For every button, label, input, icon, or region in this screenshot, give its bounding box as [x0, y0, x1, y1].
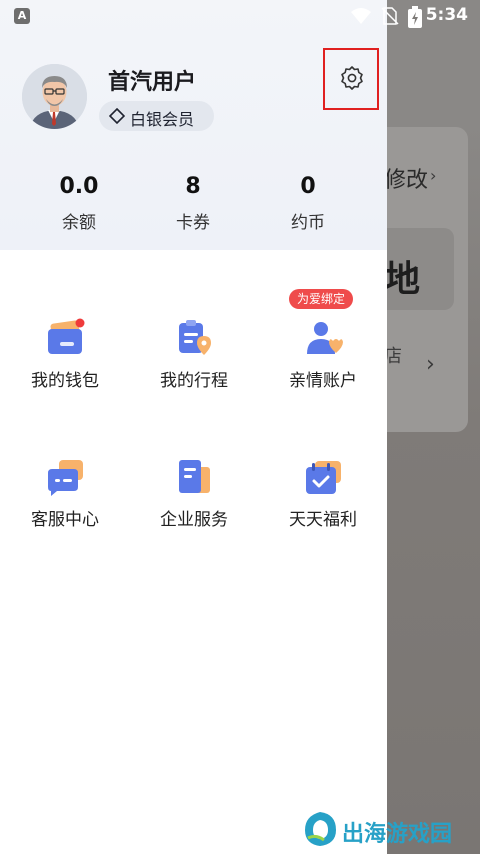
- menu-item-trips[interactable]: 我的行程: [139, 318, 249, 414]
- menu-item-customer-service[interactable]: 客服中心: [10, 457, 120, 553]
- menu-item-daily-benefit-label: 天天福利: [289, 510, 357, 530]
- menu-item-enterprise[interactable]: 企业服务: [139, 457, 249, 553]
- avatar[interactable]: [22, 64, 87, 129]
- menu-item-family-account-label: 亲情账户: [289, 371, 357, 391]
- menu-item-trips-label: 我的行程: [160, 371, 228, 391]
- membership-badge[interactable]: 白银会员: [99, 101, 214, 131]
- stat-coins[interactable]: 0 约币: [258, 174, 358, 233]
- gear-icon: [341, 66, 363, 90]
- status-time: 5:34: [425, 5, 468, 25]
- stat-balance[interactable]: 0.0 余额: [29, 174, 129, 233]
- status-bar: A 5:34: [0, 0, 480, 32]
- menu-item-wallet[interactable]: 我的钱包: [10, 318, 120, 414]
- menu-item-daily-benefit[interactable]: 天天福利: [268, 457, 378, 553]
- stat-coins-value: 0: [300, 174, 316, 199]
- customer-service-icon: [48, 460, 83, 496]
- settings-button[interactable]: [323, 48, 379, 110]
- background-modify-text: 修改: [384, 168, 429, 193]
- stat-balance-value: 0.0: [59, 174, 99, 199]
- profile-header: 首汽用户 白银会员 0.0 余额 8 卡券 0 约币: [0, 0, 387, 250]
- avatar-illustration: [22, 64, 87, 129]
- daily-benefit-icon: [306, 461, 341, 494]
- wifi-icon: [351, 8, 371, 24]
- stat-coupons[interactable]: 8 卡券: [143, 174, 243, 233]
- background-big-text: 地: [384, 259, 421, 300]
- diamond-icon: [109, 108, 125, 124]
- watermark-text: 出海游戏园: [342, 822, 453, 847]
- trip-icon: [179, 320, 211, 355]
- stat-coupons-value: 8: [185, 174, 201, 199]
- username: 首汽用户: [108, 70, 197, 95]
- watermark: 出海游戏园: [302, 810, 472, 850]
- battery-charging-icon: [408, 6, 422, 28]
- side-drawer: 首汽用户 白银会员 0.0 余额 8 卡券 0 约币 我的钱包 我的行程 亲情账…: [0, 0, 387, 854]
- account-stats: 0.0 余额 8 卡券 0 约币: [0, 174, 387, 234]
- wallet-icon: [48, 318, 85, 354]
- menu-item-wallet-label: 我的钱包: [31, 371, 99, 391]
- membership-label: 白银会员: [130, 110, 195, 129]
- app-notification-icon: A: [14, 8, 30, 24]
- background-chevron-icon: ›: [430, 166, 437, 185]
- background-chevron-icon-2: ›: [426, 352, 435, 377]
- family-account-icon: [307, 322, 343, 354]
- family-bind-promo-badge: 为爱绑定: [289, 289, 354, 309]
- menu-item-enterprise-label: 企业服务: [160, 510, 228, 530]
- stat-balance-label: 余额: [62, 213, 96, 233]
- menu-item-family-account[interactable]: 亲情账户: [268, 318, 378, 414]
- no-sim-icon: [381, 7, 399, 25]
- watermark-logo-icon: [305, 812, 336, 846]
- enterprise-icon: [179, 460, 210, 493]
- stat-coins-label: 约币: [291, 213, 325, 233]
- menu-item-customer-service-label: 客服中心: [31, 510, 99, 530]
- stat-coupons-label: 卡券: [176, 213, 210, 233]
